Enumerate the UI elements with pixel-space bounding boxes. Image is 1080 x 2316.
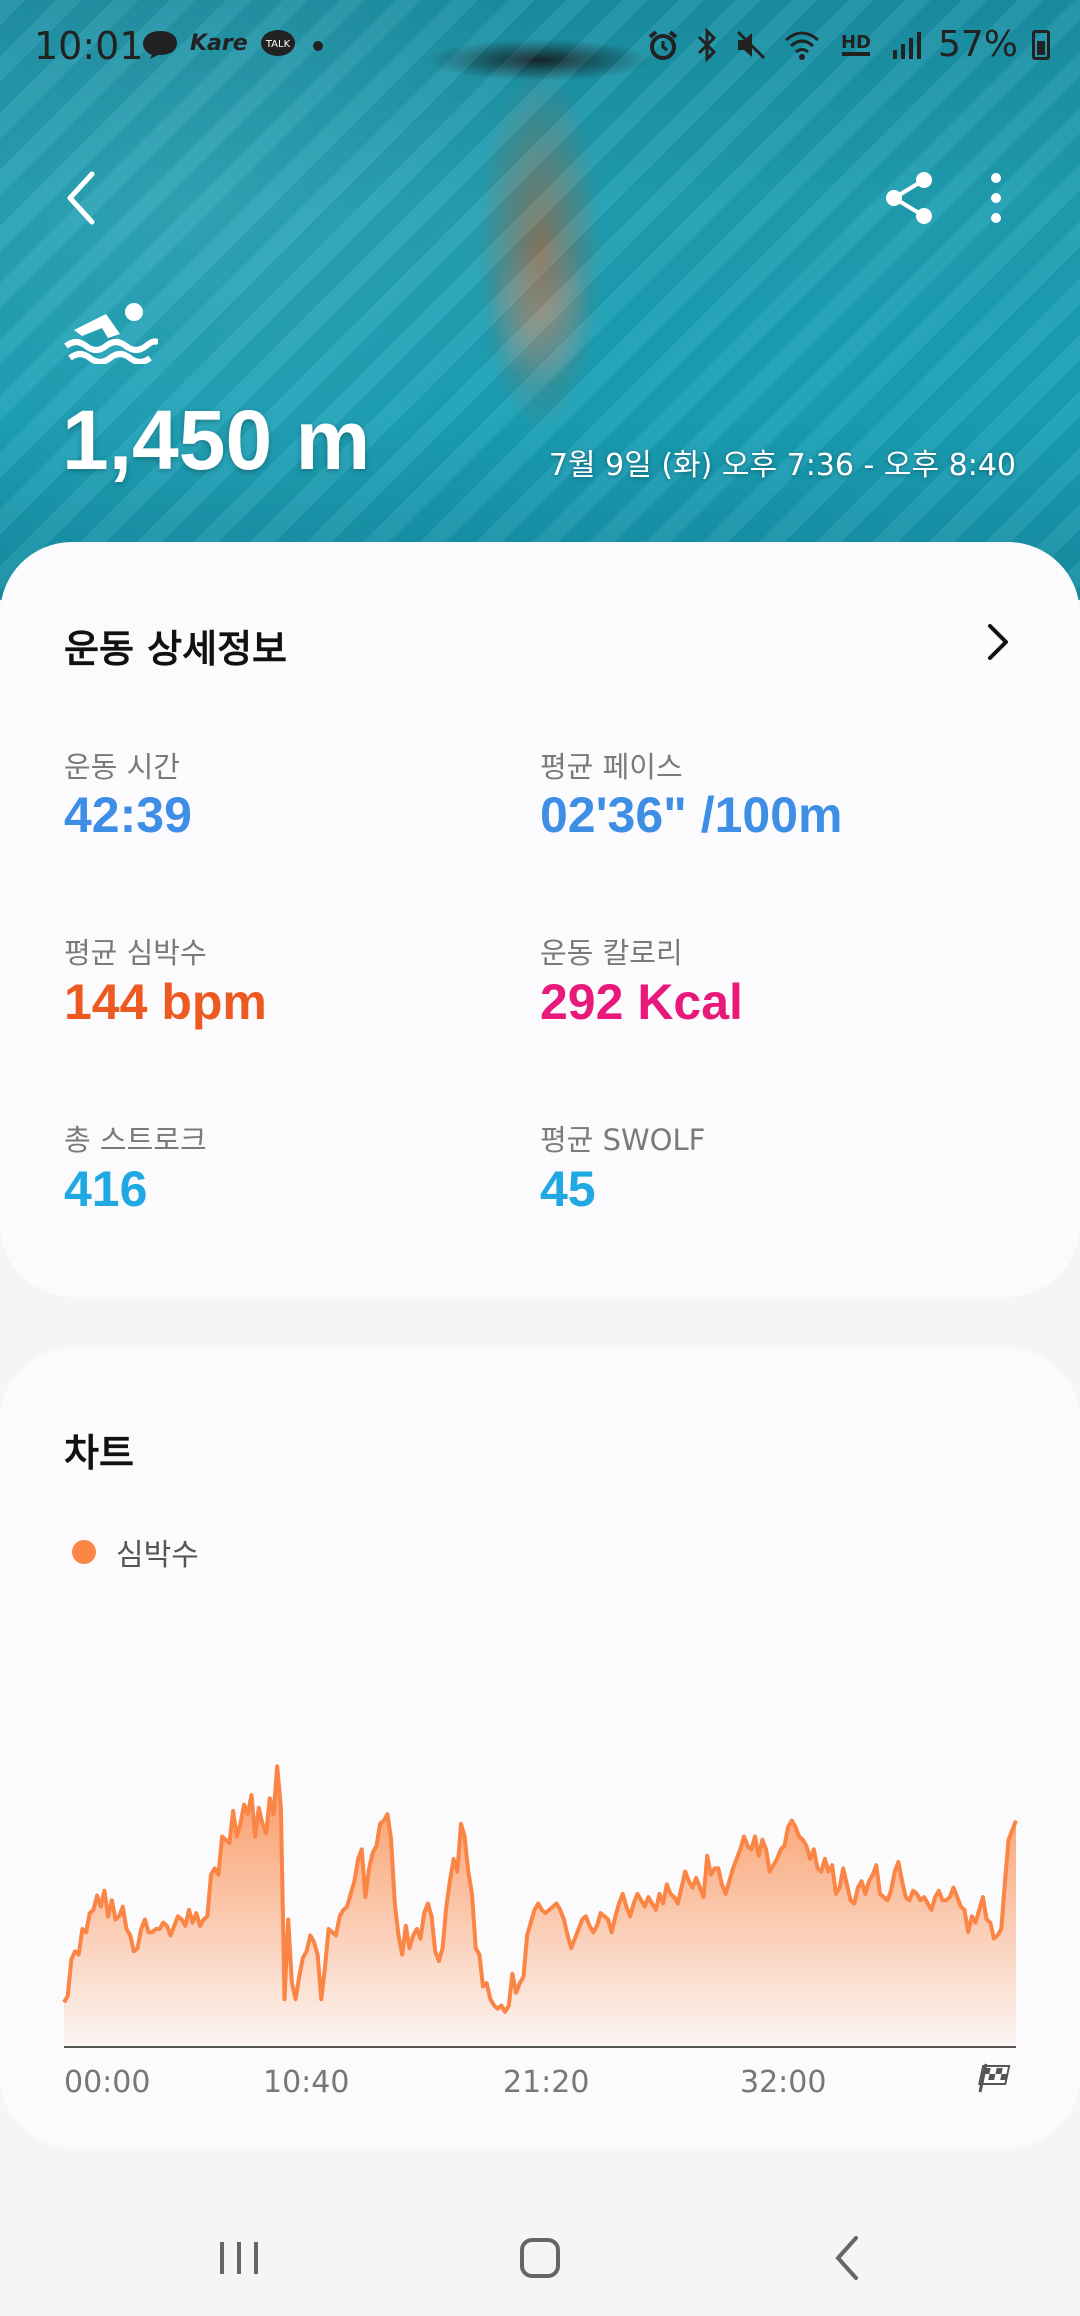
finish-flag-icon [978, 2063, 1011, 2093]
svg-text:HD: HD [841, 32, 871, 53]
metric-label-heart-rate: 평균 심박수 [64, 936, 207, 970]
metric-value-strokes: 416 [64, 1161, 148, 1217]
kakaotalk-icon: TALK [260, 30, 295, 56]
status-time: 10:01 [34, 24, 144, 68]
chevron-right-icon[interactable] [980, 620, 1016, 664]
x-tick-label: 10:40 [263, 2065, 349, 2100]
more-options-icon[interactable] [978, 170, 1014, 226]
svg-text:TALK: TALK [265, 39, 291, 50]
chart-title: 차트 [64, 1431, 134, 1475]
mute-icon [736, 30, 766, 59]
x-tick-label: 21:20 [503, 2065, 589, 2100]
bluetooth-icon [697, 27, 717, 62]
metric-label-pace: 평균 페이스 [540, 750, 683, 784]
signal-icon [892, 31, 921, 59]
chat-bubble-icon [143, 31, 177, 59]
metric-label-calories: 운동 칼로리 [540, 936, 683, 970]
kare-icon: Kare [190, 31, 248, 56]
wifi-icon [784, 31, 819, 60]
metric-value-duration: 42:39 [64, 787, 192, 843]
share-icon[interactable] [882, 170, 938, 226]
details-title[interactable]: 운동 상세정보 [64, 618, 287, 673]
metric-label-strokes: 총 스트로크 [64, 1123, 207, 1157]
chart-legend: 심박수 [72, 1530, 199, 1574]
hd-voice-icon: HD [841, 32, 871, 56]
workout-datetime: 7월 9일 (화) 오후 7:36 - 오후 8:40 [548, 448, 1016, 483]
navigation-bar [0, 2200, 1080, 2316]
battery-percent: 57% [937, 24, 1018, 65]
x-tick-label: 32:00 [740, 2065, 826, 2100]
legend-dot [72, 1540, 96, 1564]
dot-icon [312, 41, 323, 51]
back-icon[interactable] [830, 2230, 864, 2286]
back-arrow-icon[interactable] [62, 168, 102, 228]
metric-value-swolf: 45 [540, 1161, 596, 1217]
metric-label-duration: 운동 시간 [64, 750, 180, 784]
distance-value: 1,450 m [62, 393, 371, 487]
battery-icon [1032, 29, 1050, 60]
metric-value-heart-rate: 144 bpm [64, 974, 267, 1030]
x-tick-label: 00:00 [64, 2065, 150, 2100]
metric-value-pace: 02'36" /100m [540, 787, 843, 843]
heart-rate-chart: 00:00 10:40 21:20 32:00 [62, 1764, 1018, 2100]
metric-label-swolf: 평균 SWOLF [540, 1123, 706, 1157]
legend-label: 심박수 [116, 1538, 199, 1573]
home-icon[interactable] [512, 2230, 568, 2286]
swimming-icon [64, 303, 158, 364]
status-bar: 10:01 Kare TALK HD 57% [0, 0, 1080, 92]
recent-apps-icon[interactable] [216, 2230, 262, 2286]
alarm-icon [648, 29, 678, 60]
metric-value-calories: 292 Kcal [540, 974, 743, 1030]
